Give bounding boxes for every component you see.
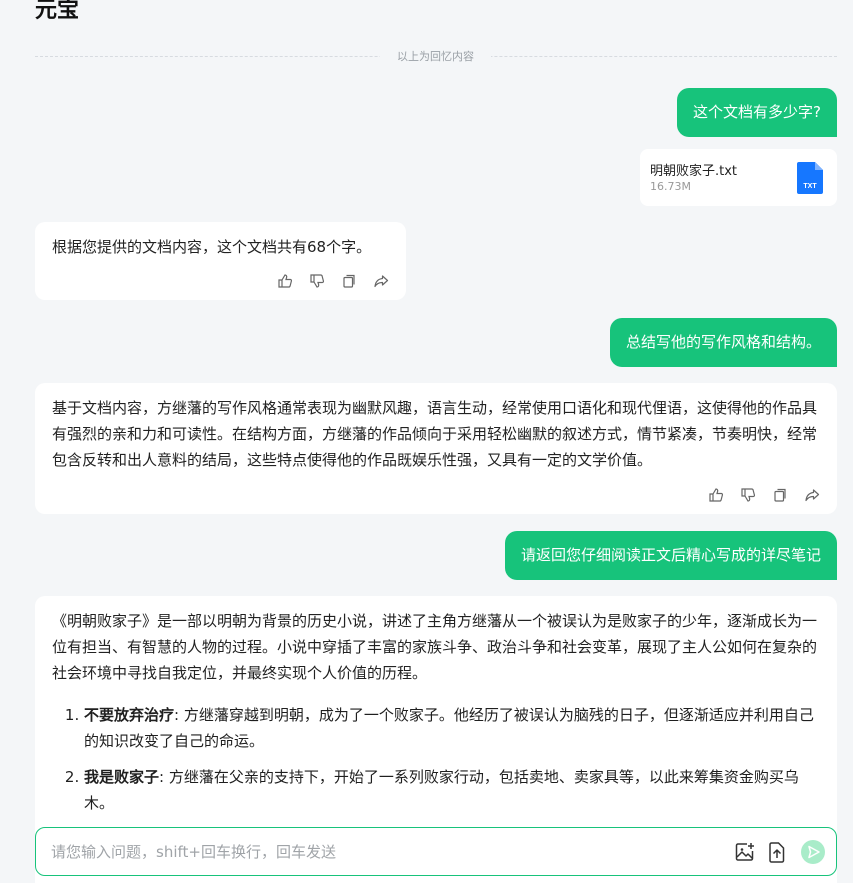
chat-input[interactable] [51, 828, 711, 875]
user-message: 这个文档有多少字? [677, 88, 837, 137]
assistant-message-intro: 《明朝败家子》是一部以明朝为背景的历史小说，讲述了主角方继藩从一个被误认为是败家… [52, 612, 818, 682]
dislike-icon[interactable] [740, 487, 756, 503]
history-divider-label: 以上为回忆内容 [380, 48, 491, 66]
assistant-message-text: 基于文档内容，方继藩的写作风格通常表现为幽默风趣，语言生动，经常使用口语化和现代… [52, 399, 818, 469]
file-attachment-card[interactable]: 明朝败家子.txt 16.73M TXT [640, 149, 837, 206]
copy-icon[interactable] [341, 273, 357, 289]
file-size: 16.73M [650, 180, 691, 193]
file-name: 明朝败家子.txt [650, 164, 738, 179]
like-icon[interactable] [277, 273, 293, 289]
list-item-text: : 方继藩穿越到明朝，成为了一个败家子。他经历了被误认为脑残的日子，但逐渐适应并… [84, 706, 814, 750]
dislike-icon[interactable] [309, 273, 325, 289]
list-item-title: 不要放弃治疗 [84, 706, 175, 724]
image-upload-icon[interactable] [734, 841, 756, 863]
message-actions [708, 487, 820, 503]
list-item-title: 我是败家子 [84, 768, 160, 786]
like-icon[interactable] [708, 487, 724, 503]
assistant-message: 基于文档内容，方继藩的写作风格通常表现为幽默风趣，语言生动，经常使用口语化和现代… [35, 383, 837, 514]
send-button[interactable] [801, 840, 825, 864]
share-icon[interactable] [373, 273, 389, 289]
txt-file-icon: TXT [797, 162, 823, 194]
list-item-text: : 方继藩在父亲的支持下，开始了一系列败家行动，包括卖地、卖家具等，以此来筹集资… [84, 768, 799, 812]
user-message: 请返回您仔细阅读正文后精心写成的详尽笔记 [504, 531, 837, 580]
notes-list: 不要放弃治疗: 方继藩穿越到明朝，成为了一个败家子。他经历了被误认为脑残的日子，… [52, 702, 824, 816]
app-title: 元宝 [35, 0, 80, 23]
share-icon[interactable] [804, 487, 820, 503]
user-message: 总结写他的写作风格和结构。 [609, 318, 837, 367]
chat-input-bar [35, 827, 837, 876]
list-item: 我是败家子: 方继藩在父亲的支持下，开始了一系列败家行动，包括卖地、卖家具等，以… [84, 764, 824, 816]
list-item: 不要放弃治疗: 方继藩穿越到明朝，成为了一个败家子。他经历了被误认为脑残的日子，… [84, 702, 824, 754]
file-upload-icon[interactable] [766, 841, 788, 863]
assistant-message-text: 根据您提供的文档内容，这个文档共有68个字。 [52, 238, 372, 256]
file-type-label: TXT [803, 183, 817, 190]
message-actions [277, 273, 389, 289]
copy-icon[interactable] [772, 487, 788, 503]
assistant-message: 根据您提供的文档内容，这个文档共有68个字。 [35, 222, 406, 300]
